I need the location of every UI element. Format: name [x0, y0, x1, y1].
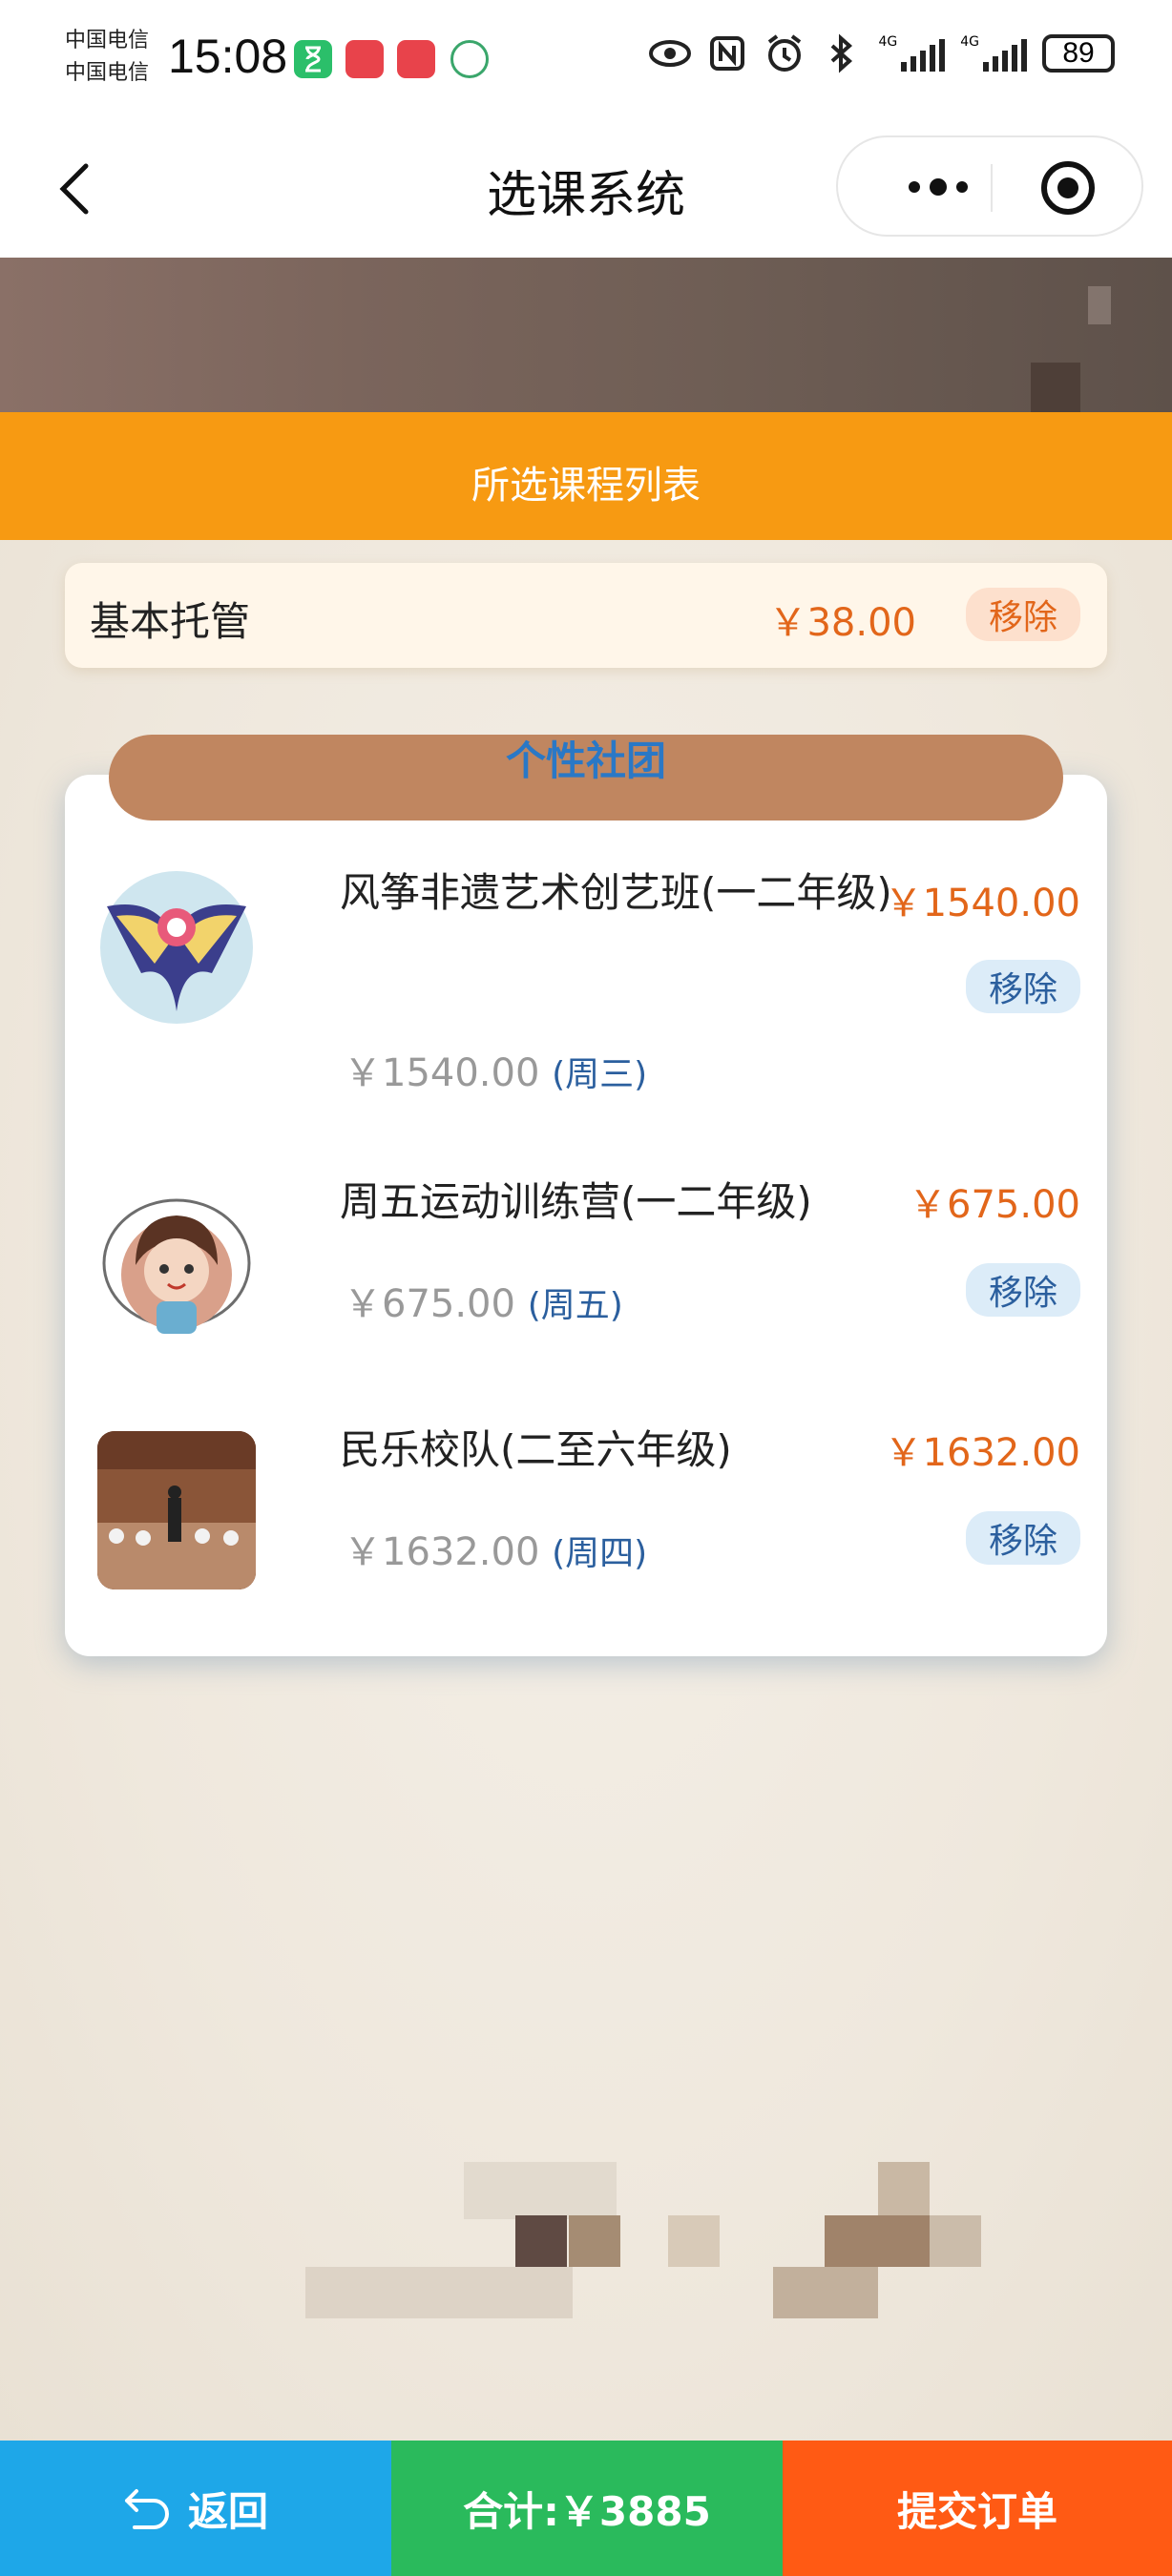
huawei-app-icon	[345, 40, 384, 78]
course-day: (周四)	[552, 1534, 648, 1573]
status-bar: 中国电信 中国电信 15:08 4G 4G 89	[0, 0, 1172, 114]
course-item: 风筝非遗艺术创艺班(一二年级) ￥1540.00 (周三) ￥1540.00 移…	[65, 859, 1107, 1107]
course-remove-button[interactable]: 移除	[965, 1263, 1080, 1317]
course-sub-price-value: ￥1540.00	[344, 1051, 540, 1095]
nav-bar: 选课系统	[0, 114, 1172, 258]
basic-care-item: 基本托管 ￥38.00 移除	[65, 563, 1107, 668]
bottom-action-bar: 返回 合计:￥3885 提交订单	[0, 2441, 1172, 2576]
basic-care-remove-button[interactable]: 移除	[965, 588, 1080, 641]
course-remove-button[interactable]: 移除	[965, 960, 1080, 1013]
course-name: 风筝非遗艺术创艺班(一二年级)	[340, 869, 892, 916]
course-price: ￥1632.00	[884, 1431, 1080, 1475]
nfc-icon	[710, 36, 745, 71]
course-day: (周三)	[552, 1055, 648, 1094]
back-button-label: 返回	[187, 2487, 268, 2535]
status-icons: 4G 4G 89	[649, 32, 1115, 74]
selected-header-title: 所选课程列表	[471, 464, 701, 508]
course-sub-price-value: ￥1632.00	[344, 1530, 540, 1574]
course-item: 周五运动训练营(一二年级) ￥675.00 (周五) ￥675.00 移除	[65, 1164, 1107, 1374]
battery-indicator: 89	[1042, 34, 1115, 73]
huawei-app-icon-2	[397, 40, 435, 78]
landscape-decoration	[286, 2162, 1050, 2353]
eye-icon	[649, 40, 692, 67]
course-day: (周五)	[527, 1286, 623, 1325]
back-button[interactable]: 返回	[0, 2441, 391, 2576]
orchestra-photo	[97, 1431, 256, 1589]
course-price: ￥675.00	[909, 1183, 1080, 1227]
alarm-icon	[768, 34, 802, 72]
course-name: 民乐校队(二至六年级)	[340, 1426, 732, 1473]
total-amount: 合计:￥3885	[391, 2441, 783, 2576]
course-sub-price: ￥1632.00 (周四)	[344, 1521, 647, 1576]
carrier-1: 中国电信	[65, 29, 150, 52]
carrier-2: 中国电信	[65, 61, 150, 85]
status-time: 15:08	[168, 30, 288, 83]
kite-image	[97, 868, 256, 1027]
carrier-labels: 中国电信 中国电信	[65, 25, 149, 90]
mini-program-capsule	[836, 135, 1143, 237]
banner-image	[0, 258, 1172, 435]
close-miniprogram-icon[interactable]	[1040, 160, 1096, 216]
return-icon	[124, 2489, 169, 2529]
course-sub-price: ￥675.00 (周五)	[344, 1273, 623, 1328]
more-icon[interactable]	[886, 163, 991, 211]
course-remove-button[interactable]: 移除	[965, 1511, 1080, 1565]
signal-2-icon: 4G	[960, 35, 1027, 72]
club-section-title: 个性社团	[505, 737, 666, 784]
course-name: 周五运动训练营(一二年级)	[340, 1178, 812, 1225]
course-price: ￥1540.00	[884, 882, 1080, 925]
basic-care-price: ￥38.00	[768, 601, 916, 645]
submit-order-button[interactable]: 提交订单	[783, 2441, 1172, 2576]
basic-care-name: 基本托管	[90, 598, 251, 645]
course-sub-price-value: ￥675.00	[344, 1282, 515, 1326]
hourglass-app-icon	[294, 40, 332, 78]
jump-rope-girl-image	[97, 1189, 256, 1347]
course-sub-price: ￥1540.00 (周三)	[344, 1042, 647, 1097]
signal-1-icon: 4G	[878, 35, 946, 72]
course-item: 民乐校队(二至六年级) ￥1632.00 (周四) ￥1632.00 移除	[65, 1412, 1107, 1622]
wallet-app-icon	[450, 40, 489, 78]
capsule-divider	[991, 164, 993, 212]
bluetooth-icon	[831, 33, 853, 73]
